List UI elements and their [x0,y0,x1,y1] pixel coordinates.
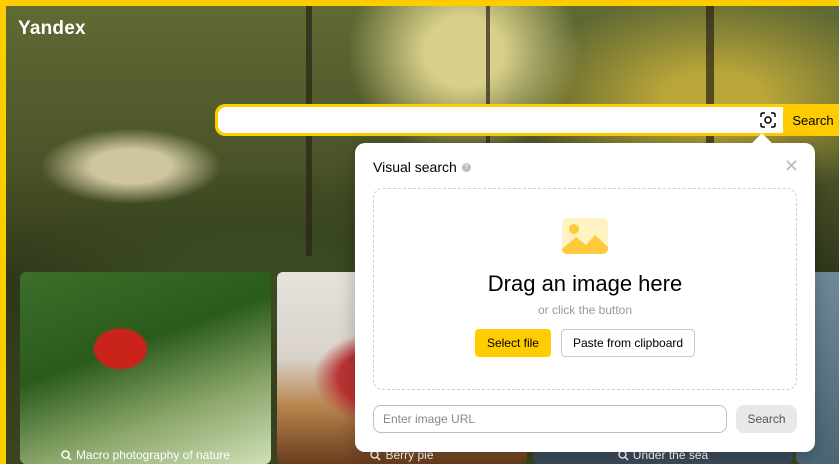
drag-title: Drag an image here [487,271,683,296]
search-button[interactable]: Search [783,104,839,136]
camera-lens-icon [760,112,776,128]
panel-title-text: Visual search [373,159,457,175]
panel-title: Visual search ? [373,159,471,175]
close-icon[interactable]: ✕ [784,157,799,175]
card-label-text: Macro photography of nature [75,448,231,462]
search-icon [61,449,72,461]
select-file-button[interactable]: Select file [474,329,551,357]
upload-buttons: Select file Paste from clipboard [374,329,796,357]
search-bar: Search [215,104,839,136]
card-label[interactable]: Macro photography of nature [20,448,271,462]
help-icon[interactable]: ? [461,162,471,172]
drag-subtitle: or click the button [537,303,633,317]
visual-search-button[interactable] [756,109,780,131]
image-url-input[interactable] [373,405,727,433]
image-card[interactable]: Macro photography of nature [20,272,271,464]
image-placeholder-icon [562,218,608,254]
url-search-row: Search [373,405,797,433]
visual-search-panel: Visual search ? ✕ Drag an image here or … [355,133,815,452]
search-input[interactable] [218,107,783,133]
image-drop-zone[interactable]: Drag an image here or click the button S… [373,188,797,390]
paste-clipboard-button[interactable]: Paste from clipboard [560,329,696,357]
yandex-logo[interactable]: Yandex [18,18,86,40]
url-search-button[interactable]: Search [736,405,797,433]
